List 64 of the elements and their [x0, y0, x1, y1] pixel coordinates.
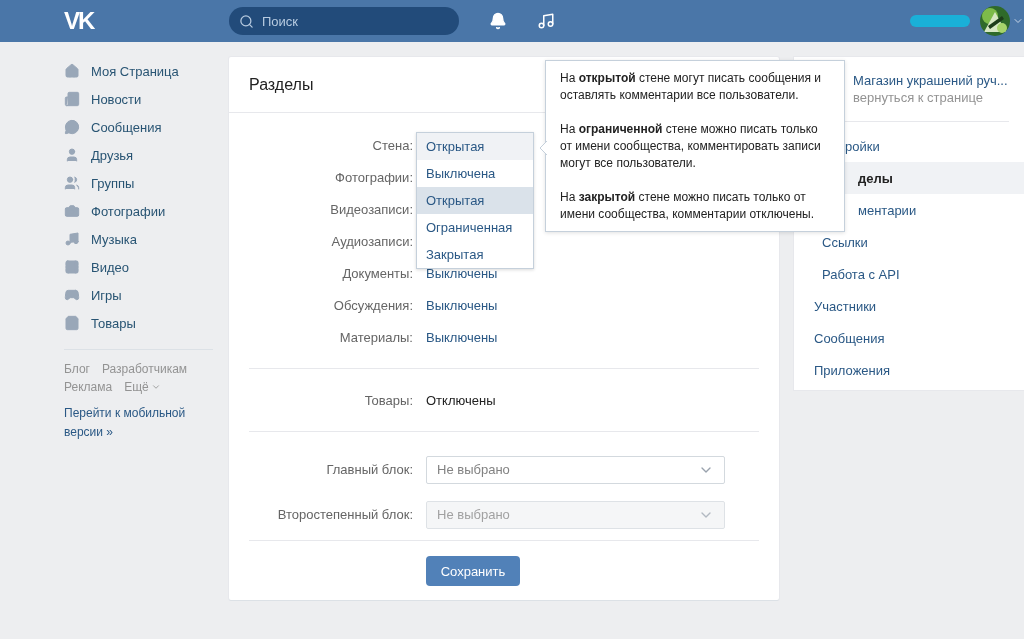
person-icon	[64, 147, 80, 163]
search-bar[interactable]: Поиск	[229, 7, 459, 35]
sidebar-item[interactable]: Игры	[56, 281, 221, 309]
sidebar-label: Новости	[91, 91, 142, 107]
field-label: Материалы:	[338, 329, 413, 345]
field-label: Стена:	[371, 137, 413, 153]
caret-icon	[150, 382, 161, 392]
people-icon	[64, 175, 80, 191]
sidebar-item[interactable]: Видео	[56, 253, 221, 281]
panel-title: Разделы	[249, 75, 314, 94]
sidebar-item[interactable]: Группы	[56, 169, 221, 197]
sidebar-item[interactable]: Фотографии	[56, 197, 221, 225]
field-label: Аудиозаписи:	[330, 233, 413, 249]
sidebar-label: Видео	[91, 259, 129, 275]
field-label: Товары:	[363, 392, 413, 408]
field-label: Видеозаписи:	[329, 201, 413, 217]
sidebar-label: Фотографии	[91, 203, 166, 219]
community-name[interactable]: Магазин украшений руч...	[853, 73, 1009, 88]
menu-item[interactable]: Сообщения	[794, 322, 1024, 354]
logo[interactable]: VK	[64, 7, 98, 35]
sidebar-label: Игры	[91, 287, 122, 303]
dropdown-option[interactable]: Открытая	[417, 187, 533, 214]
sidebar-label: Друзья	[91, 147, 134, 163]
sidebar-item[interactable]: Товары	[56, 309, 221, 337]
gamepad-icon	[64, 287, 80, 303]
sidebar-item[interactable]: Друзья	[56, 141, 221, 169]
dropdown-option[interactable]: Выключена	[417, 160, 533, 187]
dropdown-option[interactable]: Закрытая	[417, 241, 533, 268]
tooltip-paragraph: На открытой стене могут писать сообщения и оставлять комментарии все пользователи.	[560, 70, 823, 104]
bell-icon[interactable]	[489, 12, 507, 30]
menu-item[interactable]: Ссылки	[794, 226, 1024, 258]
setting-value: Отключены	[426, 392, 497, 408]
field-label: Главный блок:	[325, 462, 413, 477]
speech-bubble-icon	[64, 119, 80, 135]
field-label: Обсуждения:	[332, 297, 413, 313]
setting-value[interactable]: Выключены	[426, 297, 759, 313]
menu-item[interactable]: Работа с API	[794, 258, 1024, 290]
setting-value[interactable]: Выключены	[426, 265, 759, 281]
search-icon	[239, 13, 254, 29]
menu-item[interactable]: Приложения	[794, 354, 1024, 386]
sidebar-item[interactable]: Новости	[56, 85, 221, 113]
mobile-version-link[interactable]: Перейти к мобильной версии »	[56, 394, 202, 442]
sidebar-item[interactable]: Музыка	[56, 225, 221, 253]
music-note-icon	[64, 231, 80, 247]
field-label: Второстепенный блок:	[276, 507, 413, 522]
music-note-icon[interactable]	[537, 12, 555, 30]
setting-value[interactable]: Выключены	[426, 329, 759, 345]
menu-item[interactable]: Участники	[794, 290, 1024, 322]
home-icon	[64, 63, 80, 79]
sidebar-label: Группы	[91, 175, 135, 191]
sidebar-item[interactable]: Моя Страница	[56, 57, 221, 85]
sidebar-label: Сообщения	[91, 119, 162, 135]
sidebar-label: Товары	[91, 315, 136, 331]
sidebar-label: Моя Страница	[91, 63, 179, 79]
redaction-mark	[910, 15, 970, 27]
save-button[interactable]: Сохранить	[426, 556, 520, 586]
field-label: Документы:	[341, 265, 413, 281]
select-field[interactable]: Не выбрано	[426, 455, 725, 484]
sidebar-item[interactable]: Сообщения	[56, 113, 221, 141]
search-field[interactable]: Поиск	[260, 12, 444, 30]
field-label: Фотографии:	[334, 169, 413, 185]
dropdown-option[interactable]: Ограниченная	[417, 214, 533, 241]
sidebar-label: Музыка	[91, 231, 137, 247]
dropdown-option[interactable]: Открытая	[417, 133, 533, 160]
